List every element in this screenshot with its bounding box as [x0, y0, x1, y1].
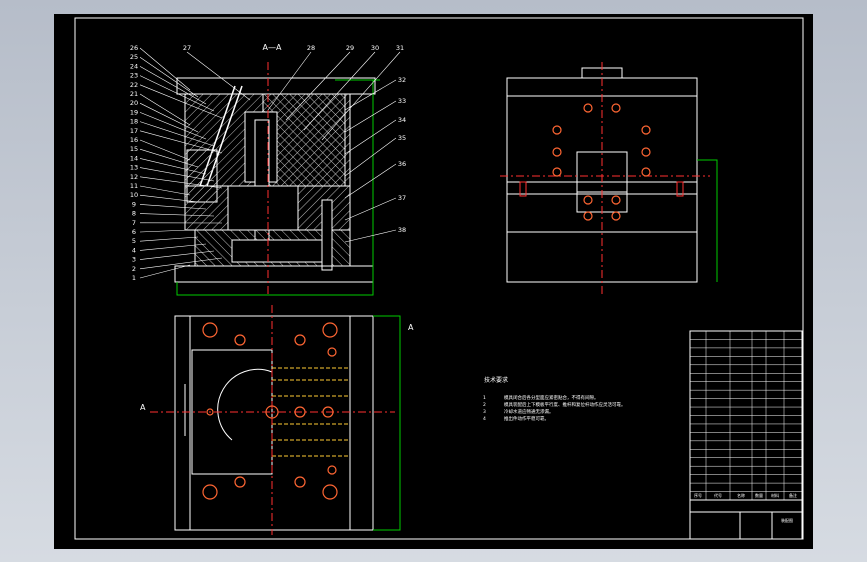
part-label: 34 [398, 116, 406, 124]
tech-req-num: 1 [483, 395, 486, 401]
tech-req-text: 冷却水道应畅通无渗漏。 [504, 408, 554, 415]
part-label: 8 [132, 210, 136, 218]
part-label: 2 [132, 265, 136, 273]
tech-req-num: 3 [483, 409, 486, 415]
part-label: 16 [130, 136, 138, 144]
part-label: 30 [371, 44, 379, 52]
part-label: 27 [183, 44, 191, 52]
part-label: 11 [130, 182, 138, 190]
title-block-header: 代号 [714, 492, 722, 498]
tech-req-num: 2 [483, 402, 486, 408]
part-label: 4 [132, 246, 136, 254]
tech-req-text: 模具闭合后各分型面应紧密贴合，不得有间隙。 [504, 394, 599, 401]
part-label: 12 [130, 173, 138, 181]
part-label: 18 [130, 118, 138, 126]
title-block-header: 名称 [737, 492, 745, 498]
part-label: 5 [132, 237, 136, 245]
part-label: 22 [130, 81, 138, 89]
part-label: 37 [398, 194, 406, 202]
section-title: A—A [263, 43, 282, 52]
title-block-header: 材料 [771, 492, 779, 498]
section-mark-left: A [140, 403, 146, 412]
part-label: 10 [130, 191, 138, 199]
part-label: 38 [398, 226, 406, 234]
part-label: 26 [130, 44, 138, 52]
drawing-name: 装配图 [781, 517, 793, 523]
part-label: 9 [132, 200, 136, 208]
part-label: 28 [307, 44, 315, 52]
part-label: 35 [398, 134, 406, 142]
tech-req-text: 模具装配后上下模板平行度、推杆和复位杆动作应灵活可靠。 [504, 401, 626, 408]
part-label: 32 [398, 76, 406, 84]
section-mark-right: A [408, 323, 414, 332]
part-label: 19 [130, 108, 138, 116]
title-block-header: 序号 [694, 492, 702, 498]
tech-requirements-title: 技术要求 [484, 376, 508, 384]
tech-req-num: 4 [483, 416, 486, 422]
part-label: 13 [130, 164, 138, 172]
drawing-sheet: A—A 262524232221201918171615141312111098… [54, 14, 813, 549]
part-label: 1 [132, 274, 136, 282]
cad-viewport: A—A 26 25 24 23 22 21 20 19 18 17 16 15 14 13 12 11 10 9 8… [0, 0, 867, 562]
part-label: 15 [130, 145, 138, 153]
part-label: 24 [130, 62, 138, 70]
part-label: 14 [130, 154, 138, 162]
part-label: 20 [130, 99, 138, 107]
drawing-area [54, 14, 813, 549]
part-label: 33 [398, 97, 406, 105]
title-block-header: 数量 [755, 492, 763, 498]
part-label: 3 [132, 256, 136, 264]
tech-req-text: 推出件动作平稳可靠。 [504, 415, 549, 422]
part-label: 23 [130, 72, 138, 80]
part-label: 31 [396, 44, 404, 52]
part-label: 36 [398, 160, 406, 168]
part-label: 7 [132, 219, 136, 227]
part-label: 29 [346, 44, 354, 52]
part-label: 6 [132, 228, 136, 236]
part-label: 21 [130, 90, 138, 98]
part-label: 17 [130, 127, 138, 135]
part-label: 25 [130, 53, 138, 61]
title-block-header: 备注 [789, 492, 797, 498]
